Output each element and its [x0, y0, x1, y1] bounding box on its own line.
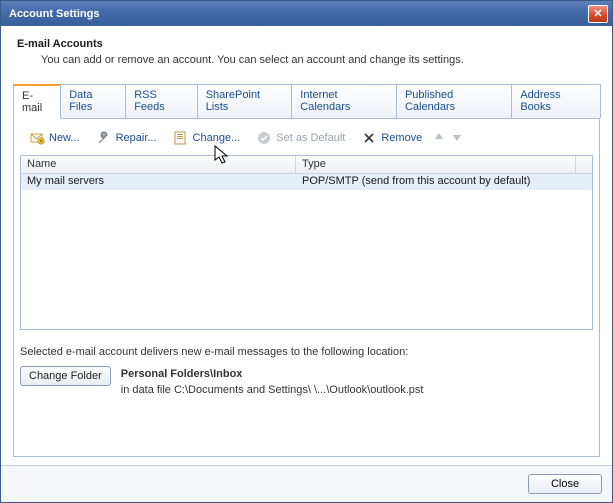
delivery-section: Selected e-mail account delivers new e-m…	[20, 346, 593, 396]
delivery-info: Personal Folders\Inbox in data file C:\D…	[121, 366, 424, 396]
move-down-button	[449, 130, 465, 146]
new-mail-icon	[29, 130, 45, 146]
delivery-intro: Selected e-mail account delivers new e-m…	[20, 346, 593, 358]
new-label: New...	[49, 132, 80, 144]
column-name[interactable]: Name	[21, 156, 296, 173]
tab-address-books[interactable]: Address Books	[511, 84, 601, 118]
check-circle-icon	[256, 130, 272, 146]
remove-button[interactable]: Remove	[354, 127, 429, 149]
tab-internet-calendars[interactable]: Internet Calendars	[291, 84, 397, 118]
account-settings-window: Account Settings ✕ E-mail Accounts You c…	[0, 0, 613, 503]
column-type[interactable]: Type	[296, 156, 576, 173]
delivery-location: Personal Folders\Inbox	[121, 368, 424, 380]
header-section: E-mail Accounts You can add or remove an…	[13, 36, 600, 66]
header-description: You can add or remove an account. You ca…	[17, 54, 596, 66]
remove-label: Remove	[381, 132, 422, 144]
close-icon: ✕	[593, 7, 602, 20]
wrench-icon	[96, 130, 112, 146]
arrow-down-icon	[451, 131, 463, 146]
remove-icon	[361, 130, 377, 146]
close-button[interactable]: Close	[528, 474, 602, 494]
tab-sharepoint-lists[interactable]: SharePoint Lists	[197, 84, 293, 118]
set-default-button: Set as Default	[249, 127, 352, 149]
change-folder-button[interactable]: Change Folder	[20, 366, 111, 386]
header-title: E-mail Accounts	[17, 38, 596, 50]
window-close-button[interactable]: ✕	[588, 5, 608, 23]
delivery-row: Change Folder Personal Folders\Inbox in …	[20, 366, 593, 396]
account-name: My mail servers	[21, 174, 296, 190]
new-button[interactable]: New...	[22, 127, 87, 149]
repair-button[interactable]: Repair...	[89, 127, 164, 149]
move-up-button	[431, 130, 447, 146]
arrow-up-icon	[433, 131, 445, 146]
column-scroll-spacer	[576, 156, 592, 173]
account-type: POP/SMTP (send from this account by defa…	[296, 174, 592, 190]
tab-rss-feeds[interactable]: RSS Feeds	[125, 84, 198, 118]
titlebar: Account Settings ✕	[1, 1, 612, 26]
change-label: Change...	[193, 132, 241, 144]
account-row[interactable]: My mail servers POP/SMTP (send from this…	[21, 174, 592, 190]
properties-icon	[173, 130, 189, 146]
dialog-body: E-mail Accounts You can add or remove an…	[1, 26, 612, 465]
delivery-datafile: in data file C:\Documents and Settings\ …	[121, 384, 424, 396]
tab-data-files[interactable]: Data Files	[60, 84, 126, 118]
set-default-label: Set as Default	[276, 132, 345, 144]
toolbar: New... Repair... Change...	[20, 125, 593, 155]
dialog-footer: Close	[1, 465, 612, 502]
repair-label: Repair...	[116, 132, 157, 144]
change-button[interactable]: Change...	[166, 127, 248, 149]
tab-published-calendars[interactable]: Published Calendars	[396, 84, 512, 118]
accounts-list: Name Type My mail servers POP/SMTP (send…	[20, 155, 593, 330]
window-title: Account Settings	[9, 8, 99, 20]
list-body: My mail servers POP/SMTP (send from this…	[21, 174, 592, 329]
list-header: Name Type	[21, 156, 592, 174]
tab-bar: E-mail Data Files RSS Feeds SharePoint L…	[13, 84, 600, 119]
tab-email[interactable]: E-mail	[13, 84, 61, 119]
tab-panel-email: New... Repair... Change...	[13, 119, 600, 457]
